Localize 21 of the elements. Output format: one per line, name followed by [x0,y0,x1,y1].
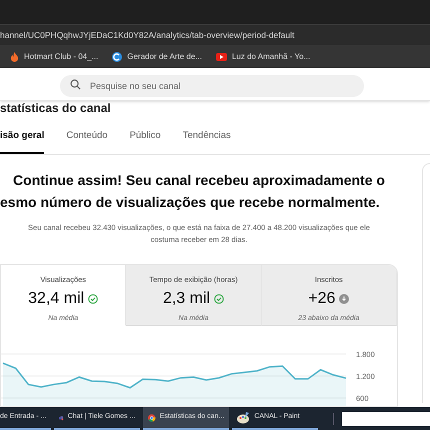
palette-icon [237,412,250,424]
chrome-icon [148,412,156,424]
tab[interactable]: isão geral [0,128,44,154]
tab[interactable]: Conteúdo [66,128,108,154]
search-icon [70,78,81,90]
metric-value: 2,3 mil [162,289,210,310]
bookmark-link[interactable]: Luz do Amanhã - Yo... [232,50,310,62]
headline-text: esmo número de visualizações que recebe normalmente. [0,193,380,212]
metric-value: 32,4 mil [28,289,84,310]
search-field[interactable]: Pesquise no seu canal [60,75,364,97]
search-box[interactable] [342,412,430,426]
headline-text: Continue assim! Seu canal recebeu aproximadamente o [13,171,385,190]
tab[interactable]: Tendências [182,128,231,154]
page-title: statísticas do canal [0,102,111,114]
flame-icon [10,52,19,62]
bookmark-link[interactable]: Hotmart Club - 04_... [24,50,98,62]
bookmark-link[interactable]: Gerador de Arte de... [127,50,202,62]
video-icon [216,52,227,60]
swirl-icon [112,52,122,62]
metric-value: +26 [308,289,336,310]
tab[interactable]: Público [130,128,161,154]
